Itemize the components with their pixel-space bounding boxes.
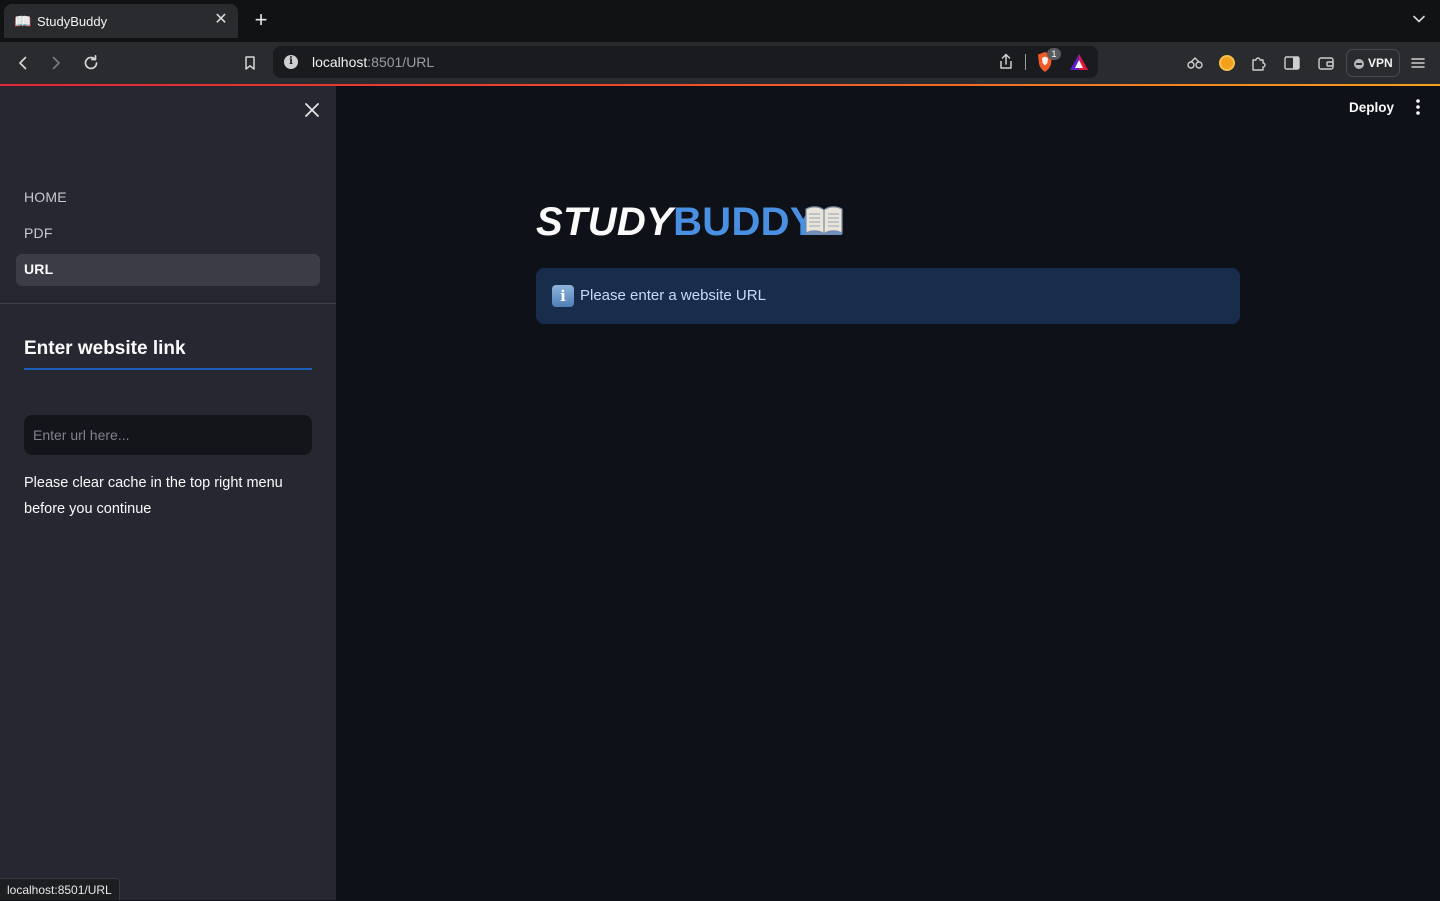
wallet-button[interactable] — [1316, 53, 1336, 73]
browser-menu-button[interactable] — [1408, 53, 1428, 73]
browser-tab-bar: 📖 StudyBuddy ✕ + — [0, 0, 1440, 42]
reload-button[interactable] — [79, 51, 103, 75]
tab-title: StudyBuddy — [37, 14, 108, 29]
sidebar-header: Enter website link — [24, 338, 186, 359]
share-icon[interactable] — [996, 52, 1016, 72]
extension-leo-button[interactable] — [1185, 53, 1205, 73]
leo-ai-icon — [1187, 57, 1203, 69]
vpn-status-icon — [1354, 59, 1364, 69]
sidebar-item-url[interactable]: URL — [16, 254, 320, 286]
info-icon: i — [552, 285, 574, 307]
address-bar-divider — [1025, 54, 1026, 70]
info-message: Please enter a website URL — [580, 287, 766, 304]
url-input[interactable] — [24, 415, 312, 455]
sidebar: HOME PDF URL Enter website link Please c… — [0, 86, 336, 900]
page-title: STUDYBUDDY — [536, 200, 817, 245]
sidebar-item-pdf[interactable]: PDF — [16, 218, 320, 250]
close-tab-icon[interactable]: ✕ — [212, 11, 230, 29]
wallet-icon — [1318, 57, 1334, 70]
sidebar-item-label: PDF — [24, 225, 53, 241]
sidebar-panel-icon — [1284, 56, 1300, 70]
sidebar-item-home[interactable]: HOME — [16, 182, 320, 214]
close-sidebar-icon[interactable] — [302, 100, 322, 120]
title-part-study: STUDY — [536, 200, 674, 244]
bookmark-icon — [245, 56, 255, 70]
link-status-tooltip: localhost:8501/URL — [0, 878, 120, 900]
site-info-icon[interactable]: i — [284, 55, 298, 69]
deploy-button[interactable]: Deploy — [1340, 97, 1403, 119]
coin-icon — [1219, 55, 1235, 71]
title-part-buddy: BUDDY — [673, 200, 817, 244]
chevron-down-icon[interactable] — [1412, 12, 1426, 26]
info-alert: i Please enter a website URL — [536, 268, 1240, 324]
open-book-icon — [805, 206, 843, 235]
sidebar-item-label: HOME — [24, 189, 67, 205]
browser-tab[interactable]: 📖 StudyBuddy ✕ — [4, 4, 238, 38]
extensions-button[interactable] — [1249, 53, 1269, 73]
sidebar-item-label: URL — [24, 261, 54, 277]
bookmark-button[interactable] — [238, 51, 262, 75]
forward-button[interactable] — [44, 51, 68, 75]
vpn-button[interactable]: VPN — [1346, 49, 1400, 77]
brave-rewards-icon[interactable] — [1069, 53, 1089, 71]
back-button[interactable] — [11, 51, 35, 75]
url-text[interactable]: localhost:8501/URL — [312, 54, 434, 70]
arrow-left-icon — [19, 56, 27, 70]
sidebar-divider — [0, 303, 336, 304]
browser-toolbar: i localhost:8501/URL 1 VPN — [0, 42, 1440, 84]
hamburger-menu-icon — [1411, 58, 1425, 68]
vpn-label: VPN — [1368, 56, 1393, 70]
arrow-right-icon — [52, 56, 60, 70]
sidebar-toggle-button[interactable] — [1282, 53, 1302, 73]
address-bar[interactable]: i localhost:8501/URL 1 — [273, 46, 1098, 78]
cache-note: Please clear cache in the top right menu… — [24, 475, 283, 517]
puzzle-icon — [1252, 57, 1266, 71]
extension-wallet-coin-button[interactable] — [1217, 53, 1237, 73]
sidebar-header-underline — [24, 368, 312, 370]
more-vertical-icon[interactable] — [1408, 97, 1428, 119]
reload-icon — [84, 54, 98, 70]
new-tab-button[interactable]: + — [250, 9, 272, 31]
shield-count-badge: 1 — [1047, 48, 1061, 60]
sidebar-nav: HOME PDF URL — [16, 182, 320, 290]
open-book-icon: 📖 — [14, 13, 32, 29]
